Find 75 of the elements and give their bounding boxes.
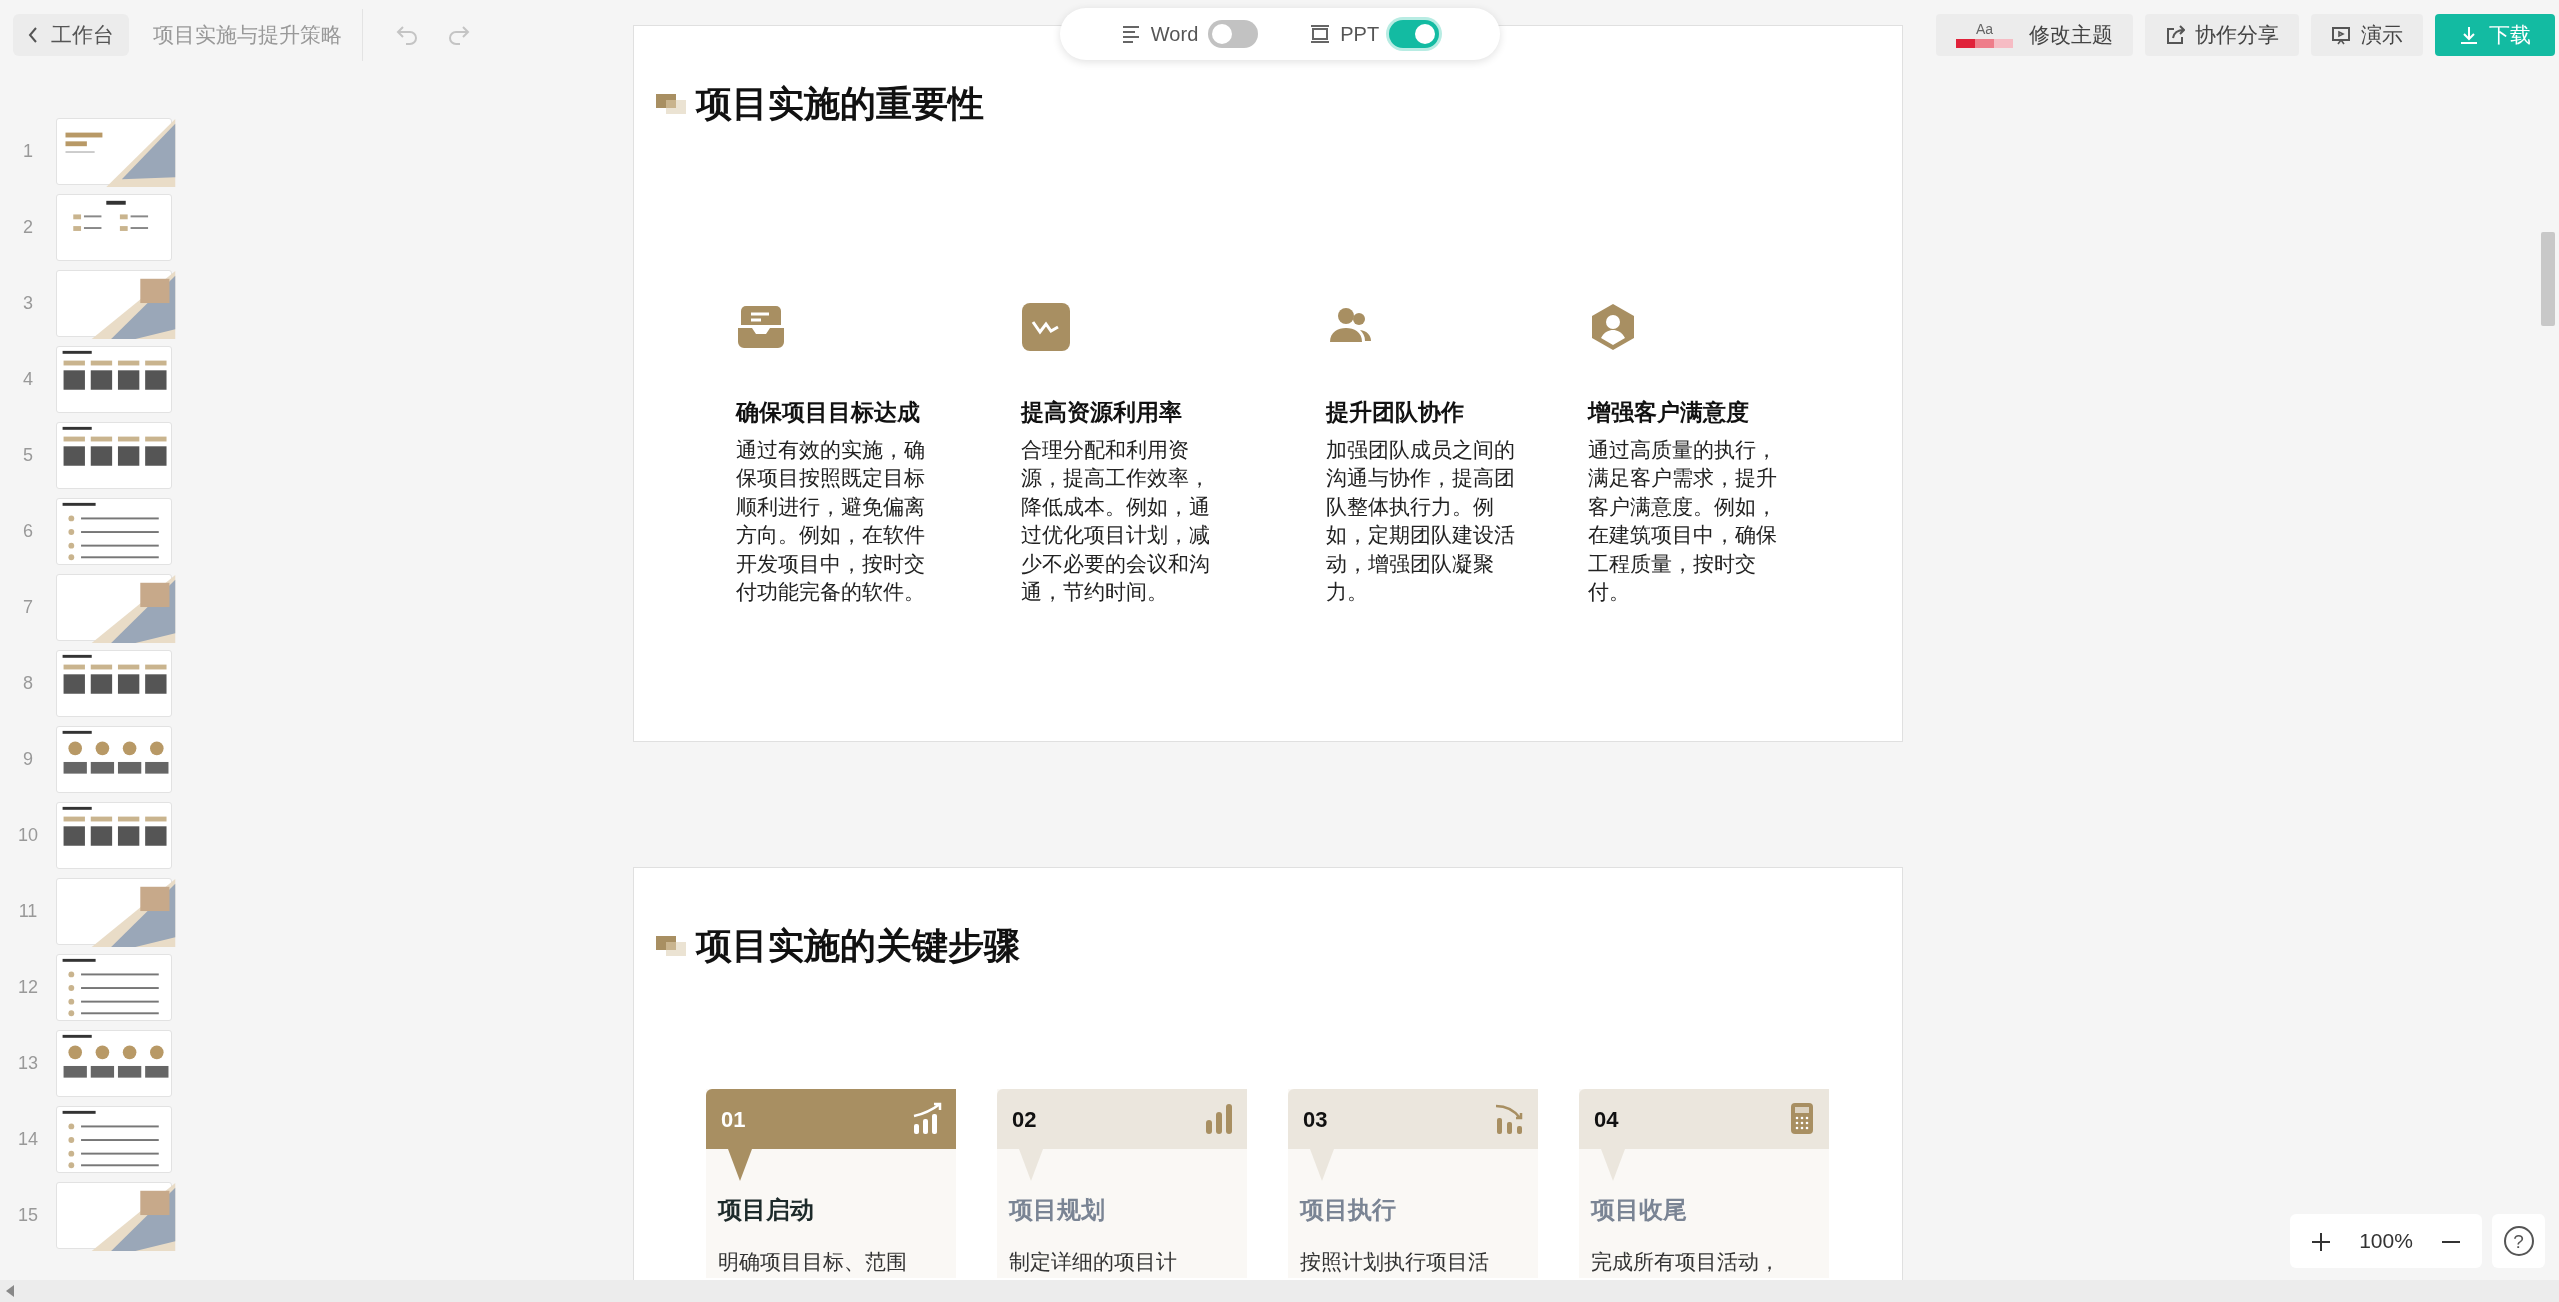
slide-title: 项目实施的关键步骤 — [696, 928, 1020, 964]
slide-icon — [1310, 24, 1331, 44]
feature-description: 加强团队成员之间的沟通与协作，提高团队整体执行力。例如，定期团队建设活动，增强团队凝聚力。 — [1326, 436, 1516, 605]
step-number: 04 — [1594, 1105, 1619, 1134]
word-switch[interactable] — [1208, 20, 1259, 48]
font-sample: Aa — [1974, 22, 1995, 36]
title-mark-icon — [656, 94, 686, 114]
back-button[interactable]: 工作台 — [13, 14, 129, 56]
slide-number: 12 — [17, 976, 39, 999]
feature-description: 合理分配和利用资源，提高工作效率，降低成本。例如，通过优化项目计划，减少不必要的会议和沟通，节约时间。 — [1021, 436, 1211, 605]
feature-title: 提升团队协作 — [1326, 398, 1465, 427]
slide-number: 8 — [22, 672, 34, 695]
minus-icon — [2440, 1240, 2463, 1243]
step-description: 完成所有项目活动， — [1591, 1249, 1781, 1275]
slide-thumbnail[interactable] — [56, 954, 172, 1021]
slide-number: 5 — [22, 444, 34, 467]
step-title: 项目规划 — [1009, 1195, 1106, 1225]
slide-number: 3 — [22, 292, 34, 315]
step-title: 项目执行 — [1300, 1195, 1397, 1225]
help-button[interactable]: ? — [2492, 1214, 2545, 1268]
bar-chart-icon — [1203, 1102, 1235, 1136]
wave-icon — [1021, 302, 1071, 352]
feature-title: 确保项目目标达成 — [736, 398, 921, 427]
slide-number: 9 — [22, 748, 34, 771]
download-icon — [2459, 25, 2479, 45]
theme-button[interactable]: Aa 修改主题 — [1936, 14, 2133, 56]
slide-thumbnail[interactable] — [56, 726, 172, 793]
slide-thumbnail[interactable] — [56, 498, 172, 565]
trend-chart-icon — [912, 1102, 944, 1136]
chevron-left-icon — [27, 26, 39, 44]
step-number: 02 — [1012, 1105, 1037, 1134]
scrollbar-thumb[interactable] — [2541, 232, 2555, 326]
slide-number: 10 — [17, 824, 39, 847]
slide-title: 项目实施的重要性 — [696, 86, 984, 122]
step-number: 03 — [1303, 1105, 1328, 1134]
step-description: 制定详细的项目计 — [1009, 1249, 1178, 1275]
slide-number: 6 — [22, 520, 34, 543]
step-number: 01 — [721, 1105, 746, 1134]
slide-number: 13 — [17, 1052, 39, 1075]
ppt-switch[interactable] — [1389, 20, 1440, 48]
document-icon — [1120, 24, 1141, 44]
step-title: 项目收尾 — [1591, 1195, 1688, 1225]
slide-thumbnail[interactable] — [56, 1030, 172, 1097]
ppt-label: PPT — [1340, 22, 1380, 47]
slide-thumbnail[interactable] — [56, 422, 172, 489]
slide-number: 2 — [22, 216, 34, 239]
slide-thumbnail[interactable] — [56, 346, 172, 413]
slide-thumbnail[interactable] — [56, 802, 172, 869]
horizontal-scrollbar[interactable] — [0, 1280, 2559, 1302]
share-button[interactable]: 协作分享 — [2145, 14, 2299, 56]
slide-thumbnail[interactable] — [56, 194, 172, 261]
slide-number: 15 — [17, 1204, 39, 1227]
slide-number: 7 — [22, 596, 34, 619]
feature-description: 通过有效的实施，确保项目按照既定目标顺利进行，避免偏离方向。例如，在软件开发项目中，按时交付功能完备的软件。 — [736, 436, 926, 605]
present-button[interactable]: 演示 — [2311, 14, 2423, 56]
title-mark-icon — [656, 936, 686, 956]
slide-thumbnail[interactable] — [56, 1106, 172, 1173]
step-description: 按照计划执行项目活 — [1300, 1249, 1490, 1275]
plus-icon — [2309, 1230, 2332, 1253]
slide-number: 4 — [22, 368, 34, 391]
share-icon — [2165, 25, 2185, 45]
feature-title: 提高资源利用率 — [1021, 398, 1183, 427]
zoom-level: 100% — [2359, 1228, 2413, 1255]
feature-description: 通过高质量的执行，满足客户需求，提升客户满意度。例如，在建筑项目中，确保工程质量，按时交付。 — [1588, 436, 1778, 605]
feature-title: 增强客户满意度 — [1588, 398, 1750, 427]
slide-number: 1 — [22, 140, 34, 163]
scroll-left-icon[interactable] — [6, 1285, 14, 1297]
word-label: Word — [1150, 22, 1199, 47]
step-description: 明确项目目标、范围 — [718, 1249, 908, 1275]
color-palette-icon — [1956, 39, 2013, 48]
step-title: 项目启动 — [718, 1195, 815, 1225]
slide-number: 14 — [17, 1128, 39, 1151]
presentation-icon — [2331, 25, 2351, 45]
slide-number: 11 — [17, 900, 39, 923]
slide-thumbnail[interactable] — [56, 650, 172, 717]
